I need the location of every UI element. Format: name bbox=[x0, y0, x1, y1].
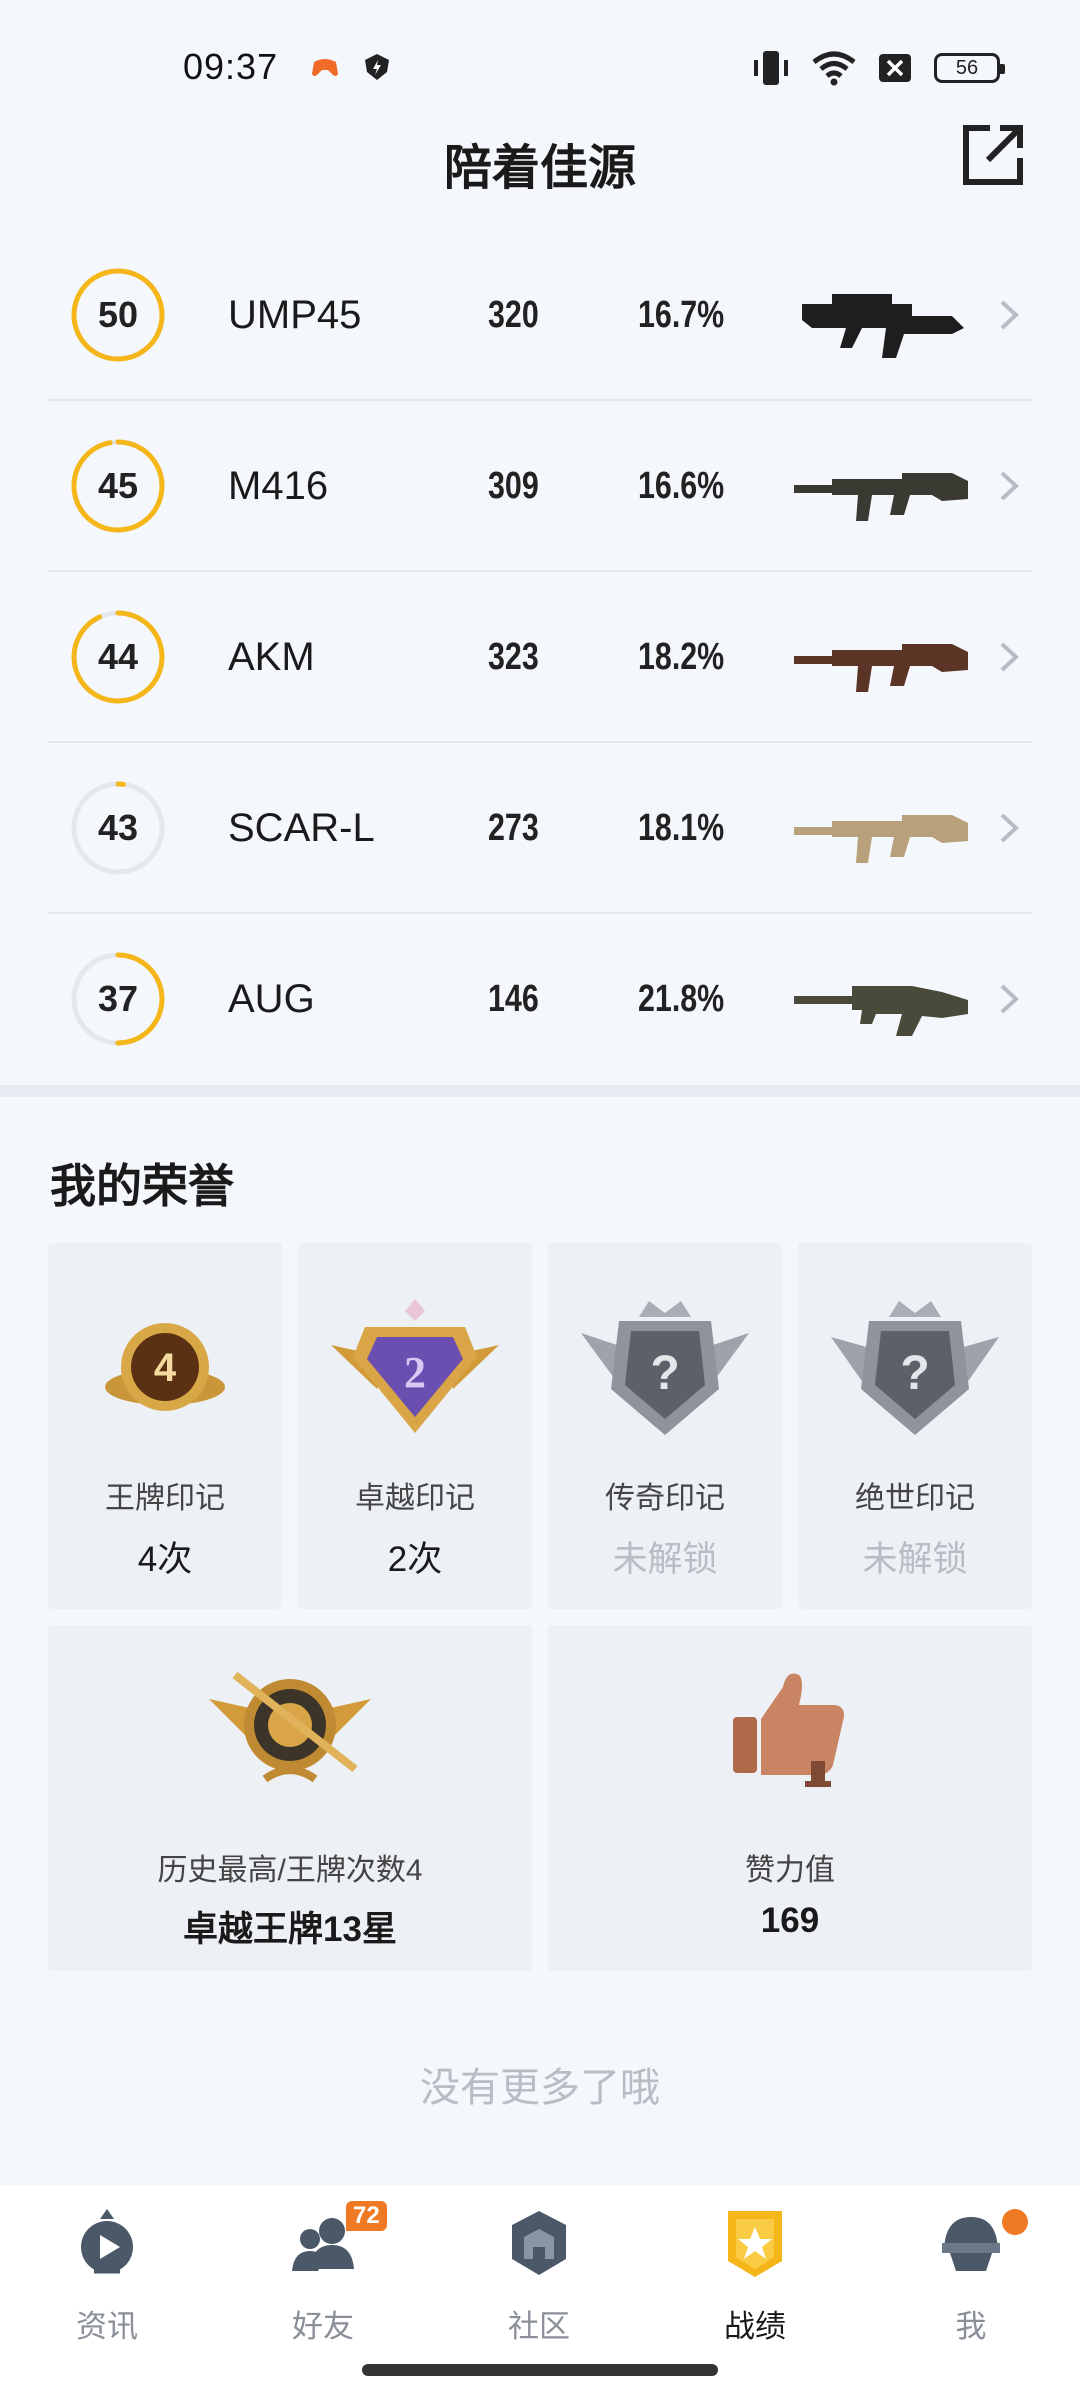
chevron-right-icon bbox=[1000, 300, 1019, 330]
weapon-level: 44 bbox=[97, 636, 139, 677]
sim-off-icon bbox=[879, 54, 911, 82]
thumbs-up-icon bbox=[733, 1673, 844, 1787]
game-controller-icon bbox=[312, 59, 338, 76]
nav-item-friends[interactable]: 72 好友 bbox=[248, 2201, 398, 2347]
weapon-name: M416 bbox=[228, 464, 329, 508]
profile-helmet-icon bbox=[942, 2217, 1000, 2271]
weapon-level: 45 bbox=[97, 465, 139, 506]
nav-item-me[interactable]: 我 bbox=[896, 2207, 1046, 2347]
honor-card-ace[interactable]: 4 王牌印记 4次 bbox=[48, 1243, 282, 1609]
weapon-kills: 146 bbox=[488, 978, 539, 1020]
smg-image bbox=[802, 294, 964, 358]
honor-label: 绝世印记 bbox=[855, 1482, 975, 1515]
weapon-rate: 18.1% bbox=[638, 807, 725, 849]
weapon-rate: 16.7% bbox=[638, 294, 725, 336]
likes-value: 169 bbox=[760, 1901, 820, 1940]
excellence-mark-icon: 2 bbox=[331, 1299, 499, 1433]
weapon-rate: 16.6% bbox=[638, 465, 725, 507]
status-time: 09:37 bbox=[183, 46, 279, 87]
chevron-right-icon bbox=[1000, 471, 1019, 501]
vibrate-icon bbox=[754, 51, 788, 85]
chevron-right-icon bbox=[1000, 642, 1019, 672]
svg-text:?: ? bbox=[900, 1347, 929, 1400]
weapon-name: UMP45 bbox=[228, 293, 362, 337]
nav-label: 资讯 bbox=[76, 2309, 138, 2344]
assault-rifle-image bbox=[794, 815, 968, 863]
wifi-icon bbox=[812, 51, 856, 86]
weapon-row[interactable]: 37 AUG 146 21.8% bbox=[48, 914, 1032, 1085]
highest-rank-label: 历史最高/王牌次数4 bbox=[157, 1854, 423, 1887]
weapon-row[interactable]: 43 SCAR-L 273 18.1% bbox=[48, 743, 1032, 914]
honor-value: 未解锁 bbox=[862, 1540, 968, 1579]
honor-card-excellence[interactable]: 2 卓越印记 2次 bbox=[298, 1243, 532, 1609]
weapon-level: 50 bbox=[97, 294, 139, 335]
battery-level: 56 bbox=[955, 56, 979, 79]
svg-text:?: ? bbox=[650, 1347, 679, 1400]
nav-label: 战绩 bbox=[724, 2309, 786, 2344]
weapon-kills: 273 bbox=[488, 807, 539, 849]
nav-label: 社区 bbox=[508, 2309, 570, 2344]
status-icons: 56 bbox=[752, 46, 1005, 90]
honor-value: 未解锁 bbox=[612, 1540, 718, 1579]
assault-rifle-image bbox=[794, 473, 968, 521]
no-more-text: 没有更多了哦 bbox=[420, 2066, 660, 2110]
nav-item-community[interactable]: 社区 bbox=[464, 2207, 614, 2347]
page-title: 陪着佳源 bbox=[443, 142, 636, 195]
weapon-name: AUG bbox=[228, 977, 315, 1021]
weapon-list: 50 UMP45 320 16.7% 45 M416 309 16.6% 44 AKM 323 18.… bbox=[48, 230, 1032, 1085]
peerless-mark-icon: ? bbox=[831, 1301, 999, 1435]
battery-icon: 56 bbox=[934, 53, 1005, 83]
notification-dot bbox=[1002, 2209, 1028, 2235]
highest-rank-value: 卓越王牌13星 bbox=[183, 1910, 397, 1949]
svg-text:2: 2 bbox=[404, 1348, 426, 1397]
honors-title: 我的荣誉 bbox=[50, 1160, 234, 1212]
weapon-row[interactable]: 50 UMP45 320 16.7% bbox=[48, 230, 1032, 401]
chevron-right-icon bbox=[1000, 813, 1019, 843]
assault-rifle-image bbox=[794, 644, 968, 692]
ace-mark-icon: 4 bbox=[105, 1323, 225, 1411]
weapon-rate: 21.8% bbox=[638, 978, 725, 1020]
nav-item-news[interactable]: 资讯 bbox=[32, 2207, 182, 2347]
bullpup-rifle-image bbox=[794, 986, 968, 1036]
honor-label: 王牌印记 bbox=[105, 1482, 225, 1515]
friends-badge: 72 bbox=[346, 2201, 387, 2231]
chevron-right-icon bbox=[1000, 984, 1019, 1014]
nav-label: 我 bbox=[955, 2309, 987, 2344]
honor-label: 传奇印记 bbox=[605, 1482, 725, 1515]
news-play-icon bbox=[81, 2209, 133, 2274]
shield-app-icon bbox=[365, 54, 389, 80]
record-badge-icon bbox=[728, 2211, 782, 2277]
weapon-name: SCAR-L bbox=[228, 806, 375, 850]
legend-mark-icon: ? bbox=[581, 1301, 749, 1435]
honor-card-legend[interactable]: ? 传奇印记 未解锁 bbox=[548, 1243, 782, 1609]
home-indicator[interactable] bbox=[362, 2364, 718, 2376]
share-external-icon[interactable] bbox=[960, 122, 1026, 188]
section-divider bbox=[0, 1085, 1080, 1097]
weapon-level: 37 bbox=[97, 978, 139, 1019]
rank-emblem-icon bbox=[209, 1671, 371, 1783]
honor-value: 4次 bbox=[137, 1540, 193, 1579]
likes-label: 赞力值 bbox=[745, 1854, 835, 1887]
weapon-row[interactable]: 44 AKM 323 18.2% bbox=[48, 572, 1032, 743]
weapon-rate: 18.2% bbox=[638, 636, 725, 678]
weapon-kills: 323 bbox=[488, 636, 539, 678]
weapon-kills: 320 bbox=[488, 294, 539, 336]
nav-item-record[interactable]: 战绩 bbox=[680, 2207, 830, 2347]
honor-label: 卓越印记 bbox=[355, 1482, 475, 1515]
weapon-kills: 309 bbox=[488, 465, 539, 507]
honor-value: 2次 bbox=[387, 1540, 443, 1579]
honor-card-peerless[interactable]: ? 绝世印记 未解锁 bbox=[798, 1243, 1032, 1609]
honor-card-highest-rank[interactable]: 历史最高/王牌次数4 卓越王牌13星 bbox=[48, 1625, 532, 1971]
honor-card-likes[interactable]: 赞力值 169 bbox=[548, 1625, 1032, 1971]
header: 陪着佳源 bbox=[0, 110, 1080, 210]
weapon-level: 43 bbox=[97, 807, 139, 848]
svg-text:4: 4 bbox=[154, 1346, 177, 1390]
weapon-row[interactable]: 45 M416 309 16.6% bbox=[48, 401, 1032, 572]
weapon-name: AKM bbox=[228, 635, 315, 679]
community-icon bbox=[512, 2211, 566, 2275]
nav-label: 好友 bbox=[292, 2309, 354, 2344]
